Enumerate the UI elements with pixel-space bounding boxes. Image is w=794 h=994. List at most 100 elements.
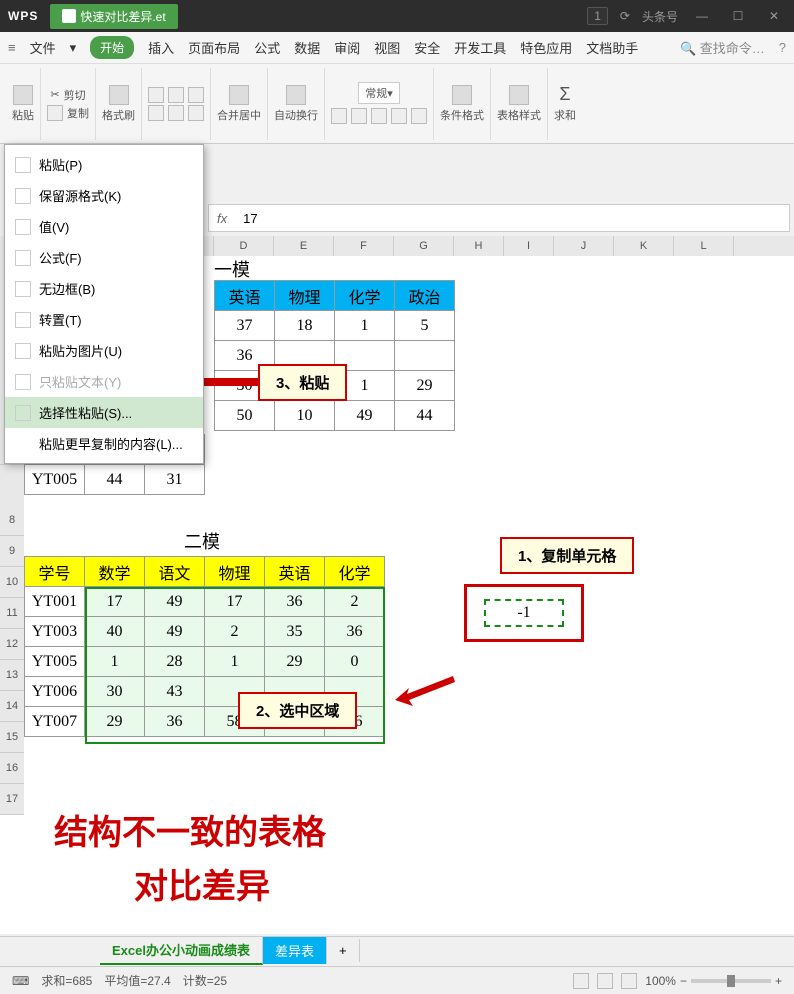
cell[interactable]: 30: [85, 677, 145, 707]
t2-h-id[interactable]: 学号: [25, 557, 85, 587]
t1-h-chemistry[interactable]: 化学: [335, 281, 395, 311]
cell[interactable]: 18: [275, 311, 335, 341]
minimize-button[interactable]: —: [690, 9, 714, 23]
cell[interactable]: 40: [85, 617, 145, 647]
cell[interactable]: 31: [145, 465, 205, 495]
paste-item-keep-source[interactable]: 保留源格式(K): [5, 180, 203, 211]
menu-security[interactable]: 安全: [414, 38, 440, 57]
cell[interactable]: 1: [85, 647, 145, 677]
paste-item-transpose[interactable]: 转置(T): [5, 304, 203, 335]
cell[interactable]: 2: [205, 617, 265, 647]
cell[interactable]: YT001: [25, 587, 85, 617]
paste-item-image[interactable]: 粘贴为图片(U): [5, 335, 203, 366]
cell[interactable]: 29: [395, 371, 455, 401]
col-j[interactable]: J: [554, 236, 614, 256]
cell[interactable]: YT007: [25, 707, 85, 737]
cell[interactable]: 49: [335, 401, 395, 431]
merge-center-button[interactable]: 合并居中: [217, 85, 261, 123]
cell[interactable]: 36: [145, 707, 205, 737]
t2-h-math[interactable]: 数学: [85, 557, 145, 587]
cell[interactable]: 0: [325, 647, 385, 677]
paste-item-noborder[interactable]: 无边框(B): [5, 273, 203, 304]
t2-h-english[interactable]: 英语: [265, 557, 325, 587]
table-style-button[interactable]: 表格样式: [497, 85, 541, 123]
zoom-in-icon[interactable]: +: [775, 974, 782, 988]
align-bottom-icon[interactable]: [188, 105, 204, 121]
align-center-icon[interactable]: [168, 87, 184, 103]
cell[interactable]: YT006: [25, 677, 85, 707]
menu-devtools[interactable]: 开发工具: [454, 38, 506, 57]
cell[interactable]: 49: [145, 617, 205, 647]
t1-h-politics[interactable]: 政治: [395, 281, 455, 311]
menu-dochelper[interactable]: 文档助手: [586, 38, 638, 57]
menu-file[interactable]: 文件: [30, 38, 56, 57]
currency-icon[interactable]: [331, 108, 347, 124]
row-16[interactable]: 16: [0, 753, 24, 784]
sheet-tab-2[interactable]: 差异表: [263, 937, 327, 964]
row-13[interactable]: 13: [0, 660, 24, 691]
maximize-button[interactable]: ☐: [726, 9, 750, 23]
menu-formula[interactable]: 公式: [254, 38, 280, 57]
t2-h-physics[interactable]: 物理: [205, 557, 265, 587]
zoom-out-icon[interactable]: −: [680, 974, 687, 988]
paste-button[interactable]: 粘贴: [12, 85, 34, 123]
view-break-icon[interactable]: [621, 973, 637, 989]
align-right-icon[interactable]: [188, 87, 204, 103]
cell[interactable]: 44: [395, 401, 455, 431]
row-15[interactable]: 15: [0, 722, 24, 753]
col-i[interactable]: I: [504, 236, 554, 256]
notification-badge[interactable]: 1: [587, 7, 608, 25]
formula-value[interactable]: 17: [235, 211, 265, 226]
cell[interactable]: 17: [85, 587, 145, 617]
menu-insert[interactable]: 插入: [148, 38, 174, 57]
cell[interactable]: 1: [205, 647, 265, 677]
cell[interactable]: 36: [325, 617, 385, 647]
cell[interactable]: 44: [85, 465, 145, 495]
col-k[interactable]: K: [614, 236, 674, 256]
row-14[interactable]: 14: [0, 691, 24, 722]
menu-file-dropdown-icon[interactable]: ▾: [70, 40, 77, 56]
menu-layout[interactable]: 页面布局: [188, 38, 240, 57]
t2-h-chinese[interactable]: 语文: [145, 557, 205, 587]
cell[interactable]: 10: [275, 401, 335, 431]
col-l[interactable]: L: [674, 236, 734, 256]
cell[interactable]: 35: [265, 617, 325, 647]
sync-icon[interactable]: ⟳: [620, 9, 630, 23]
cell[interactable]: YT005: [25, 647, 85, 677]
comma-icon[interactable]: [371, 108, 387, 124]
col-h[interactable]: H: [454, 236, 504, 256]
conditional-format-button[interactable]: 条件格式: [440, 85, 484, 123]
cell[interactable]: 37: [215, 311, 275, 341]
keyboard-icon[interactable]: ⌨: [12, 974, 29, 988]
decimal-dec-icon[interactable]: [411, 108, 427, 124]
cell[interactable]: [395, 341, 455, 371]
col-g[interactable]: G: [394, 236, 454, 256]
align-middle-icon[interactable]: [168, 105, 184, 121]
menu-data[interactable]: 数据: [294, 38, 320, 57]
paste-item-paste[interactable]: 粘贴(P): [5, 149, 203, 180]
menu-special[interactable]: 特色应用: [520, 38, 572, 57]
cell[interactable]: 29: [265, 647, 325, 677]
zoom-control[interactable]: 100% − +: [645, 974, 782, 988]
t1-h-english[interactable]: 英语: [215, 281, 275, 311]
cell[interactable]: 1: [335, 311, 395, 341]
cell[interactable]: 43: [145, 677, 205, 707]
paste-item-formula[interactable]: 公式(F): [5, 242, 203, 273]
row-17[interactable]: 17: [0, 784, 24, 815]
row-12[interactable]: 12: [0, 629, 24, 660]
cell[interactable]: 17: [205, 587, 265, 617]
col-e[interactable]: E: [274, 236, 334, 256]
menu-view[interactable]: 视图: [374, 38, 400, 57]
col-d[interactable]: D: [214, 236, 274, 256]
sum-button[interactable]: Σ 求和: [554, 84, 576, 123]
align-left-icon[interactable]: [148, 87, 164, 103]
t1-h-physics[interactable]: 物理: [275, 281, 335, 311]
table1[interactable]: 英语 物理 化学 政治 371815 36 302129 50104944: [214, 280, 455, 431]
cell[interactable]: 5: [395, 311, 455, 341]
menu-review[interactable]: 审阅: [334, 38, 360, 57]
cell[interactable]: 36: [265, 587, 325, 617]
paste-item-special[interactable]: 选择性粘贴(S)...: [5, 397, 203, 428]
cell[interactable]: 2: [325, 587, 385, 617]
row-10[interactable]: 10: [0, 567, 24, 598]
view-layout-icon[interactable]: [597, 973, 613, 989]
